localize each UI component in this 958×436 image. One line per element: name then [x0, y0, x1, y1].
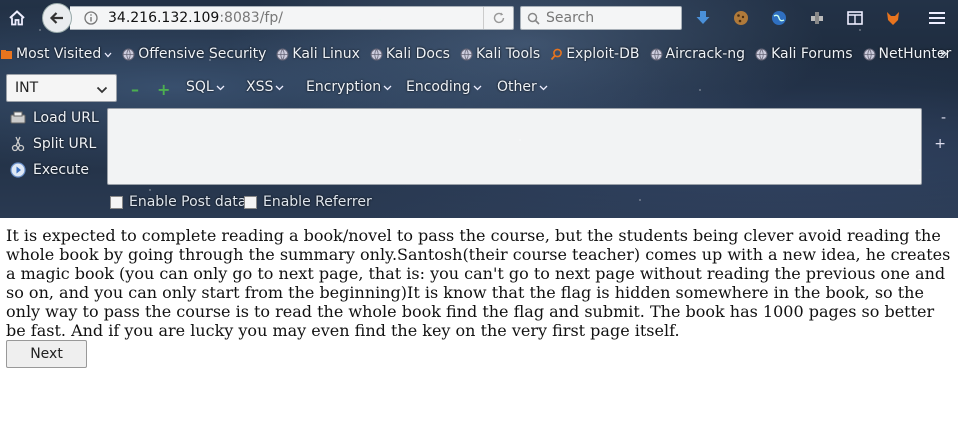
search-bar[interactable]: Search [520, 6, 682, 30]
chevron-down-icon [104, 46, 112, 62]
url-text[interactable]: 34.216.132.109:8083/fp/ [108, 10, 283, 26]
chevron-down-icon [275, 79, 284, 95]
bookmark-aircrack-ng[interactable]: Aircrack-ng [650, 46, 746, 62]
gear-folder-icon [0, 48, 13, 61]
expand-textarea-button[interactable]: + [934, 136, 946, 152]
menu-sql[interactable]: SQL [186, 79, 225, 95]
bookmark-label: Kali Forums [771, 46, 853, 62]
decrement-button[interactable]: – [131, 80, 139, 99]
search-placeholder: Search [546, 10, 595, 26]
bookmark-kali-linux[interactable]: Kali Linux [276, 46, 360, 62]
url-host: 34.216.132.109 [108, 10, 220, 26]
home-icon[interactable] [6, 7, 28, 29]
load-url-label: Load URL [33, 110, 99, 126]
globe-addon-icon[interactable] [768, 7, 790, 29]
globe-icon [650, 48, 663, 61]
bookmarks-overflow-button[interactable]: » [939, 46, 948, 62]
menu-label: SQL [186, 79, 214, 95]
bookmarks-toolbar: Most Visited Offensive Security Kali Lin… [0, 42, 958, 66]
execute-button[interactable]: Execute [10, 162, 89, 178]
search-icon [550, 48, 563, 61]
bookmark-label: Aircrack-ng [665, 46, 746, 62]
bookmark-nethunter[interactable]: NetHunter [863, 46, 951, 62]
bookmark-offensive-security[interactable]: Offensive Security [122, 46, 266, 62]
tools-icon[interactable] [806, 7, 828, 29]
load-url-button[interactable]: Load URL [10, 110, 99, 126]
bookmark-label: Exploit-DB [566, 46, 640, 62]
load-url-icon [10, 110, 26, 126]
execute-label: Execute [33, 162, 89, 178]
globe-icon [863, 48, 876, 61]
increment-button[interactable]: + [157, 80, 170, 99]
hackbar-url-textarea[interactable] [107, 108, 922, 185]
next-button[interactable]: Next [6, 340, 87, 368]
back-button[interactable] [42, 3, 72, 33]
bookmark-kali-forums[interactable]: Kali Forums [755, 46, 853, 62]
bookmark-label: Most Visited [16, 46, 102, 62]
shrink-textarea-button[interactable]: - [941, 110, 946, 126]
reader-view-icon[interactable] [844, 7, 866, 29]
bookmark-kali-docs[interactable]: Kali Docs [370, 46, 450, 62]
bookmark-kali-tools[interactable]: Kali Tools [460, 46, 540, 62]
search-icon [527, 12, 540, 25]
menu-label: XSS [246, 79, 274, 95]
split-url-label: Split URL [33, 136, 97, 152]
enable-referrer-checkbox[interactable]: Enable Referrer [244, 194, 372, 210]
checkbox-box[interactable] [110, 195, 123, 209]
info-icon[interactable] [82, 9, 100, 27]
foxyproxy-icon[interactable] [882, 7, 904, 29]
menu-xss[interactable]: XSS [246, 79, 284, 95]
checkbox-box[interactable] [244, 195, 257, 209]
bookmark-exploit-db[interactable]: Exploit-DB [550, 46, 640, 62]
int-select[interactable]: INT [6, 74, 117, 102]
url-bar[interactable]: 34.216.132.109:8083/fp/ [70, 6, 514, 30]
globe-icon [122, 48, 135, 61]
menu-icon[interactable] [926, 7, 948, 29]
globe-icon [460, 48, 473, 61]
chevron-down-icon [539, 79, 548, 95]
reload-icon[interactable] [483, 7, 513, 29]
download-icon[interactable] [692, 7, 714, 29]
chevron-down-icon [96, 83, 108, 99]
checkbox-label: Enable Referrer [263, 194, 372, 210]
browser-chrome: 34.216.132.109:8083/fp/ Search Most Visi… [0, 0, 958, 218]
bookmark-label: Kali Linux [292, 46, 360, 62]
page-description: It is expected to complete reading a boo… [6, 226, 951, 340]
menu-label: Other [497, 79, 537, 95]
globe-icon [276, 48, 289, 61]
bookmark-label: Kali Tools [475, 46, 541, 62]
menu-label: Encryption [306, 79, 382, 95]
scissors-icon [10, 136, 26, 152]
bookmark-most-visited[interactable]: Most Visited [0, 46, 112, 62]
globe-icon [755, 48, 768, 61]
bookmark-label: Offensive Security [138, 46, 267, 62]
chevron-down-icon [473, 79, 482, 95]
globe-icon [370, 48, 383, 61]
menu-encryption[interactable]: Encryption [306, 79, 392, 95]
url-path: :8083/fp/ [219, 10, 283, 26]
chevron-down-icon [383, 79, 392, 95]
int-select-value: INT [15, 80, 39, 96]
navigation-toolbar: 34.216.132.109:8083/fp/ Search [0, 0, 958, 36]
split-url-button[interactable]: Split URL [10, 136, 96, 152]
enable-post-data-checkbox[interactable]: Enable Post data [110, 194, 246, 210]
menu-label: Encoding [406, 79, 471, 95]
cookie-icon[interactable] [730, 7, 752, 29]
bookmark-label: Kali Docs [385, 46, 450, 62]
checkbox-label: Enable Post data [129, 194, 247, 210]
play-icon [10, 162, 26, 178]
menu-encoding[interactable]: Encoding [406, 79, 482, 95]
menu-other[interactable]: Other [497, 79, 548, 95]
chevron-down-icon [216, 79, 225, 95]
